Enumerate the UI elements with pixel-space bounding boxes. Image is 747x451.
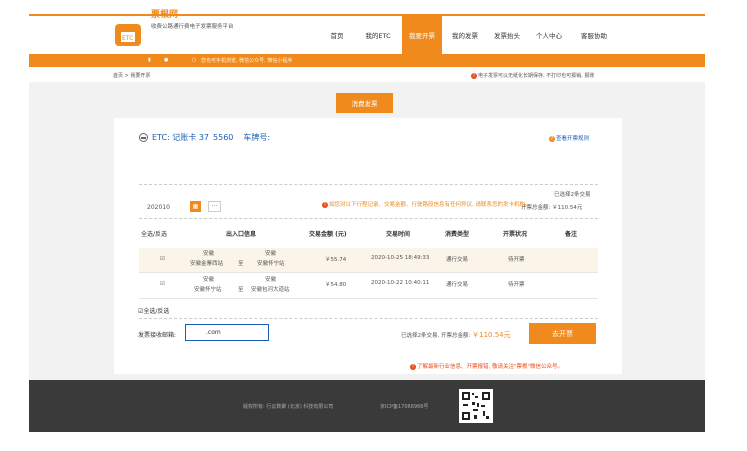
selected-count: 已选择2条交易 <box>554 192 591 198</box>
trade-type: 通行交易 <box>446 282 469 288</box>
divider <box>139 318 598 319</box>
entry-province: 安徽 <box>203 277 215 283</box>
summary-line: 已选择2条交易, 开票总金额: ￥110.54元 <box>401 330 511 340</box>
summary-amount: ￥110.54元 <box>472 331 511 339</box>
divider <box>139 184 598 185</box>
nav-my-invoices[interactable]: 我的发票 <box>445 16 485 54</box>
row-divider <box>139 272 598 273</box>
summary-text: 已选择2条交易, 开票总金额: <box>401 333 471 339</box>
account-line[interactable]: ETC: 记账卡 37 5560 车牌号: <box>139 132 270 143</box>
col-time: 交易时间 <box>386 231 411 238</box>
trade-time: 2020-10-22 10:40:11 <box>371 280 430 286</box>
invoice-status: 待开票 <box>508 282 525 288</box>
email-label: 发票接收邮箱: <box>138 332 177 339</box>
col-note: 备注 <box>565 231 578 238</box>
nav-my-etc[interactable]: 我的ETC <box>357 16 399 54</box>
calendar-icon[interactable]: ▦ <box>190 201 201 212</box>
follow-tip-text: 了解最新行业信息、开票报错, 敬请关注"票根"微信公众号。 <box>417 364 564 370</box>
notice-text: 您也可手机浏览, 微信公众号, 微信小程序 <box>201 58 293 64</box>
alert-icon: ! <box>471 72 477 79</box>
alert-icon: ! <box>322 201 328 208</box>
exit-province: 安徽 <box>265 251 277 257</box>
etc-card-suffix: 5560 <box>213 133 234 142</box>
nav-user-center[interactable]: 个人中心 <box>529 16 569 54</box>
table-row[interactable]: ☑ 安徽 安徽怀宁站 至 安徽 安徽包河大道站 ￥54.80 2020-10-2… <box>139 274 598 298</box>
consumption-invoice-button[interactable]: 消费发票 <box>336 93 393 113</box>
brand-slogan: 收费公路通行费电子发票服务平台 <box>151 24 234 30</box>
question-icon: ? <box>549 136 555 142</box>
etc-card-label: ETC: 记账卡 37 <box>152 133 210 142</box>
to-label: 至 <box>238 261 244 267</box>
dispute-hint: ! 如您对以下行程记录、交易金额、行驶路段信息有任何异议, 请联系您的发卡机构。 <box>322 200 531 208</box>
alert-icon: ! <box>410 363 416 370</box>
brand-logo[interactable]: ETC <box>113 20 145 48</box>
collapse-icon[interactable] <box>139 133 148 142</box>
row-divider <box>139 298 598 299</box>
entry-station: 安徽金寨西站 <box>190 261 224 267</box>
wechat-icon: ● <box>164 57 169 63</box>
trade-time: 2020-10-25 18:49:33 <box>371 255 430 261</box>
email-field[interactable]: .com <box>185 324 269 341</box>
phone-icon: ▮ <box>148 57 151 63</box>
entry-station: 安徽怀宁站 <box>194 287 222 293</box>
month-value: 202010 <box>147 204 170 211</box>
invoice-status: 待开票 <box>508 257 525 263</box>
nav-customer-service[interactable]: 客服协助 <box>571 16 617 54</box>
notice-bar <box>29 54 705 67</box>
dispute-hint-text: 如您对以下行程记录、交易金额、行驶路段信息有任何异议, 请联系您的发卡机构。 <box>329 202 531 208</box>
col-type: 消费类型 <box>445 231 470 238</box>
top-tip-text: 电子发票可以无纸化长期保存, 不打印也可报销, 报账 <box>478 73 595 79</box>
issue-invoice-button[interactable]: 去开票 <box>529 323 596 344</box>
divider <box>139 218 598 219</box>
nav-issue-invoice[interactable]: 我要开票 <box>402 16 442 54</box>
footer <box>29 380 705 432</box>
to-label: 至 <box>238 287 244 293</box>
qr-code-icon <box>459 389 493 423</box>
trade-type: 通行交易 <box>446 257 469 263</box>
nav-home[interactable]: 首页 <box>319 16 355 54</box>
col-amount: 交易金额 (元) <box>309 231 347 238</box>
entry-province: 安徽 <box>203 251 215 257</box>
plate-label: 车牌号: <box>243 133 271 142</box>
exit-station: 安徽怀宁站 <box>257 261 285 267</box>
table-header: 全选/反选 出入口信息 交易金额 (元) 交易时间 消费类型 开票状况 备注 <box>139 229 598 241</box>
help-link[interactable]: ? 查看开票规则 <box>549 134 589 142</box>
exit-station: 安徽包河大道站 <box>251 287 290 293</box>
table-row[interactable]: ☑ 安徽 安徽金寨西站 至 安徽 安徽怀宁站 ￥55.74 2020-10-25… <box>139 248 598 272</box>
select-all-header[interactable]: 全选/反选 <box>141 229 167 238</box>
more-button[interactable]: ··· <box>208 201 221 212</box>
amount: ￥55.74 <box>325 257 347 263</box>
exit-province: 安徽 <box>265 277 277 283</box>
help-link-text: 查看开票规则 <box>556 136 590 142</box>
col-entry-exit: 出入口信息 <box>226 231 257 238</box>
amount: ￥54.80 <box>325 282 347 288</box>
svg-text:ETC: ETC <box>122 35 133 42</box>
row-checkbox[interactable]: ☑ <box>160 256 165 262</box>
footer-icp[interactable]: 京ICP备17066966号 <box>380 403 428 410</box>
info-icon: ○ <box>192 57 197 63</box>
follow-tip[interactable]: ! 了解最新行业信息、开票报错, 敬请关注"票根"微信公众号。 <box>410 362 563 370</box>
select-all-toggle[interactable]: ☑全选/反选 <box>138 306 169 315</box>
col-status: 开票状况 <box>503 231 528 238</box>
nav-invoice-title[interactable]: 发票抬头 <box>487 16 527 54</box>
top-tip: ! 电子发票可以无纸化长期保存, 不打印也可报销, 报账 <box>471 72 594 79</box>
breadcrumb: 首页 > 我要开票 <box>113 73 151 79</box>
row-checkbox[interactable]: ☑ <box>160 281 165 287</box>
brand-name: 票根网 <box>151 10 179 20</box>
footer-copyright: 版权所有: 行云数聚 (北京) 科技有限公司 <box>243 404 334 410</box>
